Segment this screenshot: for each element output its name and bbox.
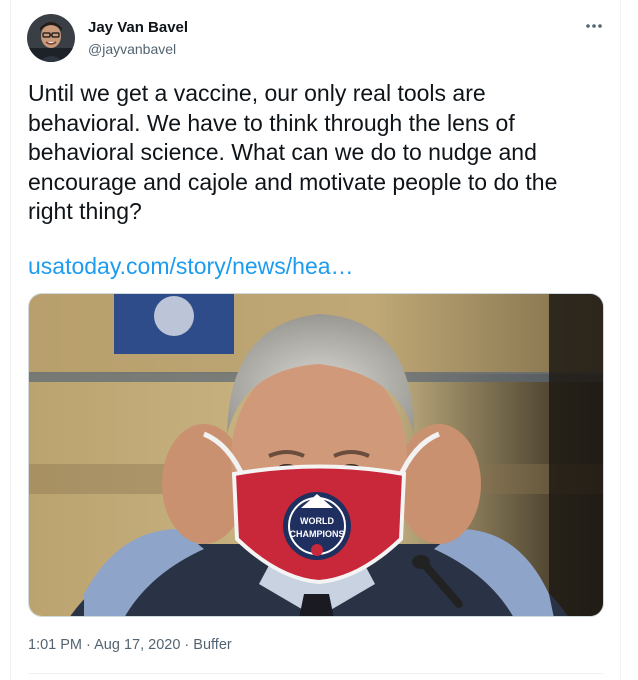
tweet-meta: 1:01 PM · Aug 17, 2020 · Buffer (28, 637, 232, 653)
mask-text-champions: CHAMPIONS (289, 529, 344, 539)
avatar[interactable] (27, 14, 75, 62)
meta-separator: · (184, 637, 190, 653)
author-handle[interactable]: @jayvanbavel (88, 41, 176, 57)
avatar-photo (27, 14, 75, 62)
mask-text-world: WORLD (300, 516, 334, 526)
tweet-text: Until we get a vaccine, our only real to… (28, 80, 558, 224)
tweet-card: Jay Van Bavel @jayvanbavel Until we get … (10, 0, 621, 680)
tweet-date[interactable]: Aug 17, 2020 (94, 637, 180, 653)
tweet-source[interactable]: Buffer (193, 637, 231, 653)
meta-separator: · (86, 637, 91, 653)
tweet-time[interactable]: 1:01 PM (28, 637, 82, 653)
tweet-media-image[interactable]: WORLD CHAMPIONS (28, 293, 604, 617)
tweet-link[interactable]: usatoday.com/story/news/hea… (28, 252, 354, 282)
author-display-name[interactable]: Jay Van Bavel (88, 19, 188, 36)
media-photo: WORLD CHAMPIONS (29, 294, 603, 616)
more-dots-icon (586, 24, 602, 28)
more-options-button[interactable] (582, 16, 606, 36)
divider (28, 673, 603, 674)
